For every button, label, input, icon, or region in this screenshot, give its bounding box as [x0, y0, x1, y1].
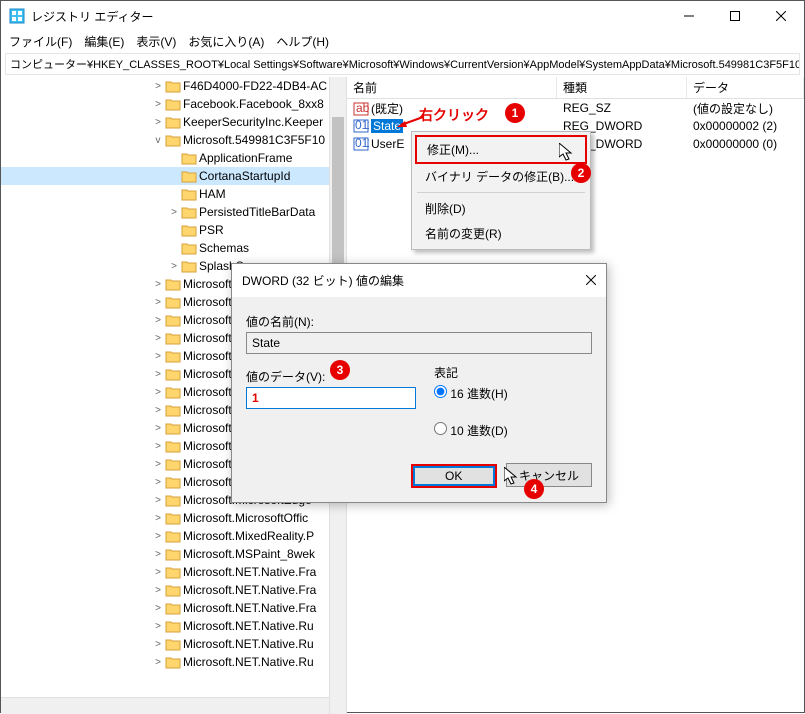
tree-item[interactable]: >KeeperSecurityInc.Keeper: [1, 113, 346, 131]
badge-1: 1: [505, 103, 525, 123]
radio-dec[interactable]: 10 進数(D): [434, 422, 508, 439]
tree-item[interactable]: >Microsoft.MixedReality.P: [1, 527, 346, 545]
tree-item[interactable]: vMicrosoft.549981C3F5F10: [1, 131, 346, 149]
tree-item[interactable]: PSR: [1, 221, 346, 239]
tree-item[interactable]: ApplicationFrame: [1, 149, 346, 167]
tree-item[interactable]: >Facebook.Facebook_8xx8: [1, 95, 346, 113]
col-type[interactable]: 種類: [557, 77, 687, 98]
tree-item[interactable]: >Microsoft.NET.Native.Ru: [1, 635, 346, 653]
tree-item[interactable]: >PersistedTitleBarData: [1, 203, 346, 221]
radio-hex[interactable]: 16 進数(H): [434, 385, 508, 402]
tree-item[interactable]: >Microsoft.NET.Native.Fra: [1, 599, 346, 617]
menu-file[interactable]: ファイル(F): [9, 33, 72, 50]
ctx-modify[interactable]: 修正(M)...: [415, 135, 587, 164]
ok-button[interactable]: OK: [411, 464, 497, 488]
tree-item[interactable]: >F46D4000-FD22-4DB4-AC: [1, 77, 346, 95]
arrow-icon: [397, 115, 423, 127]
value-name-input[interactable]: [246, 332, 592, 354]
ctx-delete[interactable]: 削除(D): [415, 196, 587, 221]
dword-edit-dialog: DWORD (32 ビット) 値の編集 値の名前(N): 値のデータ(V): 3…: [231, 263, 607, 503]
minimize-button[interactable]: [666, 1, 712, 31]
titlebar: レジストリ エディター: [1, 1, 804, 31]
scrollbar-horizontal[interactable]: [1, 697, 329, 714]
menu-favorites[interactable]: お気に入り(A): [188, 33, 264, 50]
dialog-title: DWORD (32 ビット) 値の編集: [242, 272, 404, 289]
tree-item[interactable]: Schemas: [1, 239, 346, 257]
tree-item[interactable]: CortanaStartupId: [1, 167, 346, 185]
value-name-label: 値の名前(N):: [246, 313, 592, 330]
ctx-modify-binary[interactable]: バイナリ データの修正(B)...: [415, 164, 587, 189]
tree-item[interactable]: HAM: [1, 185, 346, 203]
badge-2: 2: [571, 163, 591, 183]
radix-legend: 表記: [434, 364, 508, 381]
tree-item[interactable]: >Microsoft.MSPaint_8wek: [1, 545, 346, 563]
tree-item[interactable]: >Microsoft.NET.Native.Fra: [1, 581, 346, 599]
svg-text:ab: ab: [356, 102, 369, 115]
value-data-input[interactable]: [246, 387, 416, 409]
tree-item[interactable]: >Microsoft.NET.Native.Ru: [1, 617, 346, 635]
badge-3: 3: [330, 360, 350, 380]
col-data[interactable]: データ: [687, 77, 804, 98]
regedit-icon: [9, 8, 25, 24]
svg-text:011: 011: [355, 119, 369, 132]
close-button[interactable]: [758, 1, 804, 31]
maximize-button[interactable]: [712, 1, 758, 31]
ctx-rename[interactable]: 名前の変更(R): [415, 221, 587, 246]
address-bar[interactable]: コンピューター¥HKEY_CLASSES_ROOT¥Local Settings…: [5, 53, 800, 75]
badge-4: 4: [524, 479, 544, 499]
col-name[interactable]: 名前: [347, 77, 557, 98]
menubar: ファイル(F) 編集(E) 表示(V) お気に入り(A) ヘルプ(H): [1, 31, 804, 51]
svg-text:011: 011: [355, 137, 369, 150]
context-menu: 修正(M)... バイナリ データの修正(B)... 削除(D) 名前の変更(R…: [411, 131, 591, 250]
tree-item[interactable]: >Microsoft.NET.Native.Ru: [1, 653, 346, 671]
window-title: レジストリ エディター: [31, 8, 666, 25]
menu-view[interactable]: 表示(V): [136, 33, 176, 50]
annotation-rightclick: 右クリック: [419, 105, 489, 125]
menu-edit[interactable]: 編集(E): [84, 33, 124, 50]
menu-help[interactable]: ヘルプ(H): [276, 33, 329, 50]
cancel-button[interactable]: キャンセル: [506, 463, 592, 487]
list-header[interactable]: 名前 種類 データ: [347, 77, 804, 99]
tree-item[interactable]: >Microsoft.MicrosoftOffic: [1, 509, 346, 527]
tree-item[interactable]: >Microsoft.NET.Native.Fra: [1, 563, 346, 581]
dialog-close-button[interactable]: [586, 274, 596, 288]
